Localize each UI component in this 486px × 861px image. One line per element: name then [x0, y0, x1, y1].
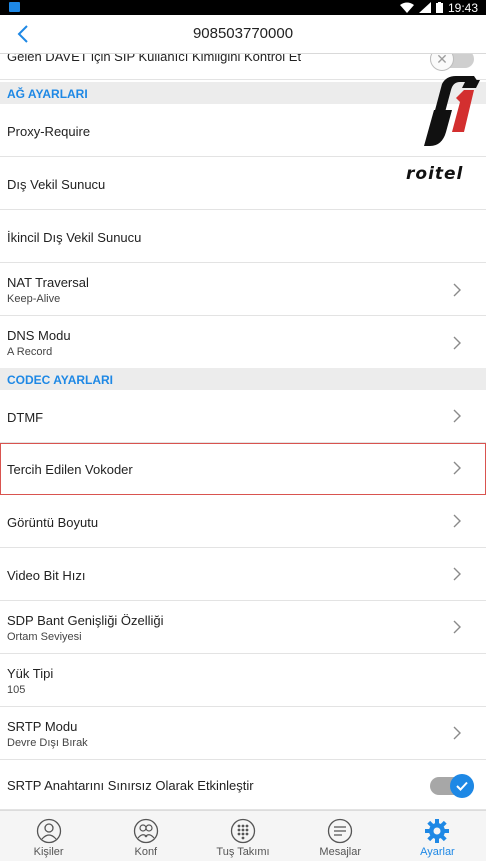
setting-label: İkincil Dış Vekil Sunucu: [7, 230, 142, 245]
contacts-icon: [36, 818, 62, 844]
setting-label: SRTP Anahtarını Sınırsız Olarak Etkinleş…: [7, 778, 254, 793]
tab-label: Konf: [134, 846, 158, 858]
keypad-icon: [230, 818, 256, 844]
setting-label: NAT Traversal: [7, 275, 89, 290]
setting-srtp-mode[interactable]: SRTP Modu Devre Dışı Bırak: [0, 707, 486, 760]
chevron-right-icon: [453, 461, 461, 475]
setting-secondary-proxy[interactable]: İkincil Dış Vekil Sunucu: [0, 210, 486, 263]
setting-label: SDP Bant Genişliği Özelliği: [7, 613, 164, 628]
srtp-unlimited-toggle[interactable]: [430, 774, 474, 798]
tab-label: Tuş Takımı: [216, 846, 270, 858]
tab-contacts[interactable]: Kişiler: [0, 811, 97, 861]
setting-label: Tercih Edilen Vokoder: [7, 462, 133, 477]
messages-icon: [327, 818, 353, 844]
section-title: AĞ AYARLARI: [7, 87, 88, 101]
bottom-navigation: Kişiler Konf Tuş Takımı Mesajlar Ayarlar: [0, 810, 486, 861]
status-bar: 19:43: [0, 0, 486, 15]
logo-wordmark: roitel: [406, 164, 464, 184]
tab-label: Ayarlar: [420, 846, 455, 858]
setting-video-bitrate[interactable]: Video Bit Hızı: [0, 548, 486, 601]
setting-nat-traversal[interactable]: NAT Traversal Keep-Alive: [0, 263, 486, 316]
chevron-right-icon: [453, 567, 461, 581]
setting-label: DTMF: [7, 410, 44, 425]
setting-label: SRTP Modu: [7, 719, 78, 734]
setting-payload-type[interactable]: Yük Tipi 105: [0, 654, 486, 707]
setting-value: 105: [7, 684, 26, 696]
setting-label: Video Bit Hızı: [7, 568, 86, 583]
app-notification-icon: [9, 2, 20, 12]
signal-icon: [418, 2, 431, 13]
setting-label: Görüntü Boyutu: [7, 515, 99, 530]
setting-label: Gelen DAVET için SIP Kullanıcı Kimliğini…: [7, 54, 302, 64]
setting-value: A Record: [7, 346, 53, 358]
setting-dns-mode[interactable]: DNS Modu A Record: [0, 316, 486, 369]
checkmark-icon: [450, 774, 474, 798]
section-title: CODEC AYARLARI: [7, 373, 114, 387]
setting-label: Dış Vekil Sunucu: [7, 177, 106, 192]
tab-settings[interactable]: Ayarlar: [389, 811, 486, 861]
tab-messages[interactable]: Mesajlar: [292, 811, 389, 861]
status-bar-right: 19:43: [399, 0, 478, 15]
chevron-right-icon: [453, 336, 461, 350]
setting-srtp-unlimited[interactable]: SRTP Anahtarını Sınırsız Olarak Etkinleş…: [0, 760, 486, 810]
setting-preferred-vocoder[interactable]: Tercih Edilen Vokoder: [0, 443, 486, 495]
setting-label: Proxy-Require: [7, 124, 91, 139]
status-time: 19:43: [447, 0, 478, 15]
tab-label: Mesajlar: [319, 846, 361, 858]
tab-label: Kişiler: [33, 846, 64, 858]
setting-video-size[interactable]: Görüntü Boyutu: [0, 495, 486, 548]
setting-dtmf[interactable]: DTMF: [0, 390, 486, 443]
chevron-right-icon: [453, 409, 461, 423]
tab-keypad[interactable]: Tuş Takımı: [194, 811, 291, 861]
setting-value: Ortam Seviyesi: [7, 631, 82, 643]
chevron-right-icon: [453, 726, 461, 740]
wifi-icon: [399, 2, 414, 13]
section-codec-settings: CODEC AYARLARI: [0, 368, 486, 390]
setting-value: Devre Dışı Bırak: [7, 737, 88, 749]
setting-sdp-bandwidth[interactable]: SDP Bant Genişliği Özelliği Ortam Seviye…: [0, 601, 486, 654]
setting-label: DNS Modu: [7, 328, 71, 343]
tab-conference[interactable]: Konf: [97, 811, 194, 861]
setting-label: Yük Tipi: [7, 666, 54, 681]
page-title: 908503770000: [192, 25, 294, 42]
chevron-right-icon: [453, 620, 461, 634]
gear-icon: [424, 818, 450, 844]
roitel-logo-mark-icon: [424, 76, 480, 146]
battery-icon: [435, 2, 443, 13]
roitel-logo: roitel: [404, 54, 486, 194]
chevron-right-icon: [453, 283, 461, 297]
setting-value: Keep-Alive: [7, 293, 61, 305]
conference-icon: [133, 818, 159, 844]
chevron-right-icon: [453, 514, 461, 528]
title-bar: 908503770000: [0, 15, 486, 54]
